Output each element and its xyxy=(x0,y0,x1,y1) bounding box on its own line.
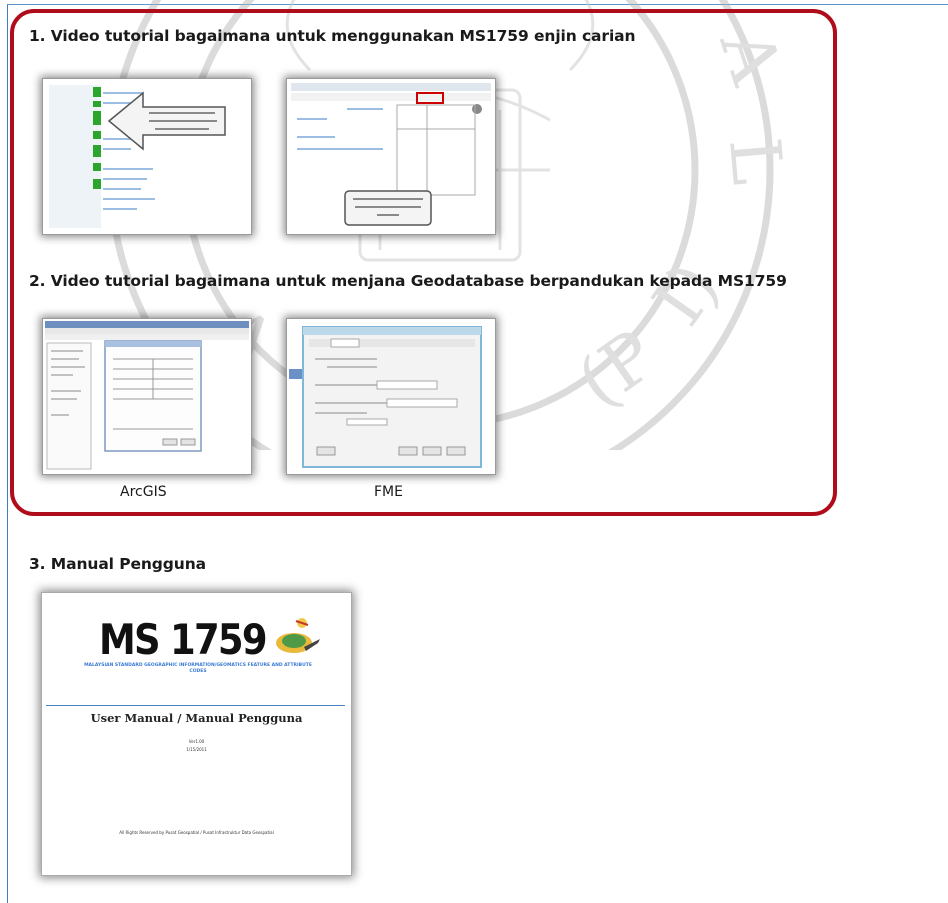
manual-cover-date: 1/15/2011 xyxy=(186,747,207,752)
video-thumbnail-search-1-image xyxy=(43,79,251,234)
video-thumbnail-search-1[interactable] xyxy=(42,78,252,235)
section-heading-geodatabase-tutorial: 2. Video tutorial bagaimana untuk menjan… xyxy=(29,272,787,290)
section-heading-search-tutorial: 1. Video tutorial bagaimana untuk menggu… xyxy=(29,27,636,45)
manual-cover-title: User Manual / Manual Pengguna xyxy=(90,711,303,725)
caption-fme: FME xyxy=(374,484,403,500)
video-thumbnail-search-2[interactable] xyxy=(286,78,496,235)
frame-top-border xyxy=(7,4,948,5)
video-thumbnail-arcgis-image xyxy=(43,319,251,474)
caption-arcgis: ArcGIS xyxy=(120,484,167,500)
video-thumbnail-fme-image xyxy=(287,319,495,474)
manual-cover-divider xyxy=(46,705,345,706)
frame-left-border xyxy=(7,4,8,903)
user-manual-thumbnail[interactable]: MS 1759 MALAYSIAN STANDARD GEOGRAPHIC IN… xyxy=(41,592,352,876)
manual-cover-footer: All Rights Reserved by Pusat Geospatial … xyxy=(119,830,274,835)
manual-cover-subtitle: MALAYSIAN STANDARD GEOGRAPHIC INFORMATIO… xyxy=(84,663,312,674)
ms1759-logo-text: MS 1759 xyxy=(99,615,268,664)
manual-cover-version: Ver1.00 xyxy=(188,739,205,744)
video-thumbnail-fme[interactable] xyxy=(286,318,496,475)
video-thumbnail-search-2-image xyxy=(287,79,495,234)
section-heading-user-manual: 3. Manual Pengguna xyxy=(29,555,207,573)
ms1759-emblem-icon xyxy=(276,618,320,653)
video-thumbnail-arcgis[interactable] xyxy=(42,318,252,475)
